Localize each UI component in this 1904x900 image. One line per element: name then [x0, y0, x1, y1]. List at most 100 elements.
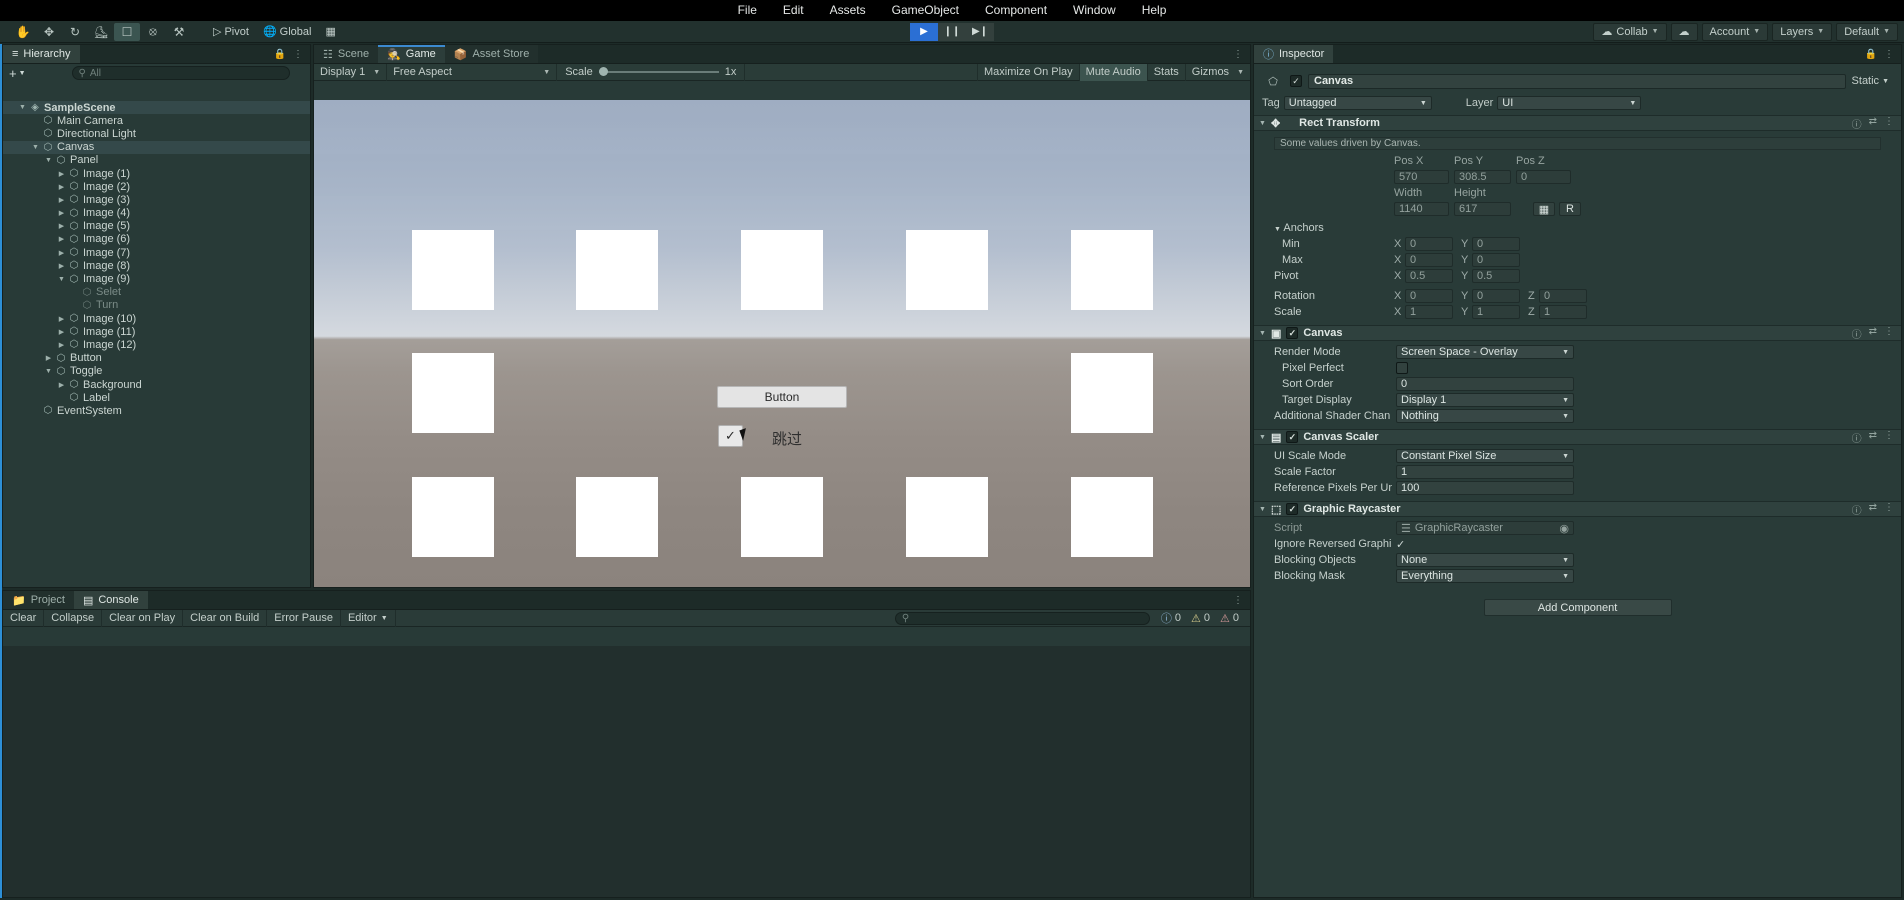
foldout-open-icon[interactable]: ▼: [56, 276, 67, 283]
hierarchy-item-samplescene[interactable]: ▼ ◈ SampleScene: [3, 101, 310, 115]
foldout-closed-icon[interactable]: ▶: [56, 235, 67, 243]
foldout-icon[interactable]: ▼: [1259, 120, 1266, 127]
static-toggle[interactable]: Static ▼: [1852, 75, 1895, 87]
hierarchy-item-image-1[interactable]: ▶ ⬡ Image (1): [3, 167, 310, 180]
reference-pixels-per-ur-field[interactable]: 100: [1396, 481, 1574, 495]
info-count[interactable]: ⓘ 0: [1156, 610, 1186, 626]
menu-help[interactable]: Help: [1129, 0, 1180, 21]
preset-icon[interactable]: ⇄: [1869, 502, 1877, 517]
ui-image-6[interactable]: [412, 353, 494, 433]
add-component-button[interactable]: Add Component: [1483, 599, 1672, 616]
preset-icon[interactable]: ⇄: [1869, 116, 1877, 131]
foldout-open-icon[interactable]: ▼: [43, 368, 54, 375]
game-render-area[interactable]: Button ✓ 跳过: [314, 100, 1250, 587]
menu-component[interactable]: Component: [972, 0, 1060, 21]
more-options-icon[interactable]: ⋮: [1884, 49, 1894, 60]
component-header-canvas[interactable]: ▼ ▣ ✓ Canvas ⓘ ⇄ ⋮: [1254, 325, 1901, 341]
foldout-icon[interactable]: ▼: [1259, 330, 1266, 337]
target-display-dropdown[interactable]: Display 1 ▼: [1396, 393, 1574, 407]
hierarchy-item-image-8[interactable]: ▶ ⬡ Image (8): [3, 259, 310, 272]
hierarchy-item-image-6[interactable]: ▶ ⬡ Image (6): [3, 233, 310, 246]
ui-image-7[interactable]: [1071, 353, 1153, 433]
account-button[interactable]: Account ▼: [1701, 22, 1769, 41]
hierarchy-item-eventsystem[interactable]: ▶⬡EventSystem: [3, 404, 310, 417]
clear-on-build-button[interactable]: Clear on Build: [183, 610, 268, 627]
scale-slider-knob[interactable]: [598, 67, 608, 76]
scale-factor-field[interactable]: 1: [1396, 465, 1574, 479]
cloud-button[interactable]: ☁: [1670, 22, 1698, 41]
ui-image-11[interactable]: [906, 477, 988, 557]
tag-dropdown[interactable]: Untagged ▼: [1283, 96, 1432, 110]
hierarchy-item-turn[interactable]: ▶⬡Turn: [3, 299, 310, 312]
rotation-x[interactable]: 0: [1405, 289, 1453, 303]
object-enabled-checkbox[interactable]: ✓: [1290, 75, 1302, 87]
tab-project[interactable]: 📁 Project: [3, 591, 74, 609]
collab-button[interactable]: ☁ Collab ▼: [1593, 22, 1667, 41]
scale-y[interactable]: 1: [1472, 305, 1520, 319]
anchors-foldout[interactable]: ▼ Anchors: [1274, 222, 1394, 234]
width-field[interactable]: 1140: [1394, 202, 1449, 216]
foldout-closed-icon[interactable]: ▶: [56, 315, 67, 323]
pivot-toggle[interactable]: ▷ Pivot: [206, 23, 256, 41]
rotate-tool-icon[interactable]: ↻: [62, 23, 88, 41]
anchor-max-y[interactable]: 0: [1472, 253, 1520, 267]
more-options-icon[interactable]: ⋮: [1884, 116, 1894, 131]
foldout-closed-icon[interactable]: ▶: [56, 196, 67, 204]
more-options-icon[interactable]: ⋮: [1233, 595, 1243, 606]
menu-gameobject[interactable]: GameObject: [879, 0, 972, 21]
foldout-icon[interactable]: ▼: [1259, 506, 1266, 513]
hierarchy-item-image-9[interactable]: ▼ ⬡ Image (9): [3, 272, 310, 285]
pivot-y[interactable]: 0.5: [1472, 269, 1520, 283]
help-icon[interactable]: ⓘ: [1852, 326, 1862, 341]
render-mode-dropdown[interactable]: Screen Space - Overlay ▼: [1396, 345, 1574, 359]
rect-tool-icon[interactable]: ☐: [114, 22, 140, 41]
hierarchy-tree[interactable]: ▼◈SampleScene▶⬡Main Camera▶⬡Directional …: [3, 101, 310, 587]
hierarchy-item-toggle[interactable]: ▼ ⬡ Toggle: [3, 365, 310, 378]
foldout-open-icon[interactable]: ▼: [43, 157, 54, 164]
add-gameobject-button[interactable]: + ▼: [7, 66, 28, 81]
foldout-closed-icon[interactable]: ▶: [56, 249, 67, 257]
height-field[interactable]: 617: [1454, 202, 1511, 216]
posz-field[interactable]: 0: [1516, 170, 1571, 184]
hand-tool-icon[interactable]: ✋: [10, 23, 36, 41]
scale-slider-track[interactable]: [598, 67, 719, 76]
component-header-rect-transform[interactable]: ▼ ✥ Rect Transform ⓘ ⇄ ⋮: [1254, 115, 1901, 131]
ui-image-9[interactable]: [576, 477, 658, 557]
error-count[interactable]: ⚠ 0: [1215, 612, 1244, 625]
console-message-list[interactable]: [3, 646, 1250, 897]
object-picker-icon[interactable]: ◉: [1559, 522, 1569, 535]
pixel-perfect-checkbox[interactable]: [1396, 362, 1408, 374]
more-options-icon[interactable]: ⋮: [1233, 49, 1243, 60]
ui-image-2[interactable]: [576, 230, 658, 310]
global-toggle[interactable]: 🌐 Global: [256, 23, 319, 41]
menu-assets[interactable]: Assets: [817, 0, 879, 21]
blocking-mask-dropdown[interactable]: Everything ▼: [1396, 569, 1574, 583]
pause-button[interactable]: ❙❙: [938, 22, 966, 41]
game-ui-button[interactable]: Button: [717, 386, 847, 408]
custom-tool-icon[interactable]: ⚒: [166, 23, 192, 41]
foldout-closed-icon[interactable]: ▶: [43, 354, 54, 362]
anchor-max-x[interactable]: 0: [1405, 253, 1453, 267]
tab-inspector[interactable]: ⓘ Inspector: [1254, 45, 1334, 63]
ui-image-4[interactable]: [906, 230, 988, 310]
foldout-closed-icon[interactable]: ▶: [56, 170, 67, 178]
foldout-closed-icon[interactable]: ▶: [56, 381, 67, 389]
menu-window[interactable]: Window: [1060, 0, 1129, 21]
hierarchy-item-label[interactable]: ▶⬡Label: [3, 391, 310, 404]
clear-button[interactable]: Clear: [3, 610, 45, 627]
preset-icon[interactable]: ⇄: [1869, 430, 1877, 445]
foldout-closed-icon[interactable]: ▶: [56, 328, 67, 336]
warning-count[interactable]: ⚠ 0: [1186, 612, 1215, 625]
sort-order-field[interactable]: 0: [1396, 377, 1574, 391]
foldout-closed-icon[interactable]: ▶: [56, 183, 67, 191]
foldout-icon[interactable]: ▼: [1259, 434, 1266, 441]
tab-console[interactable]: ▤ Console: [73, 591, 148, 609]
component-header-canvas-scaler[interactable]: ▼ ▤ ✓ Canvas Scaler ⓘ ⇄ ⋮: [1254, 429, 1901, 445]
ui-image-12[interactable]: [1071, 477, 1153, 557]
preset-icon[interactable]: ⇄: [1869, 326, 1877, 341]
hierarchy-item-selet[interactable]: ▶⬡Selet: [3, 286, 310, 299]
menu-edit[interactable]: Edit: [770, 0, 817, 21]
rotation-y[interactable]: 0: [1472, 289, 1520, 303]
hierarchy-item-canvas[interactable]: ▼ ⬡ Canvas: [3, 140, 310, 154]
hierarchy-item-image-5[interactable]: ▶ ⬡ Image (5): [3, 220, 310, 233]
